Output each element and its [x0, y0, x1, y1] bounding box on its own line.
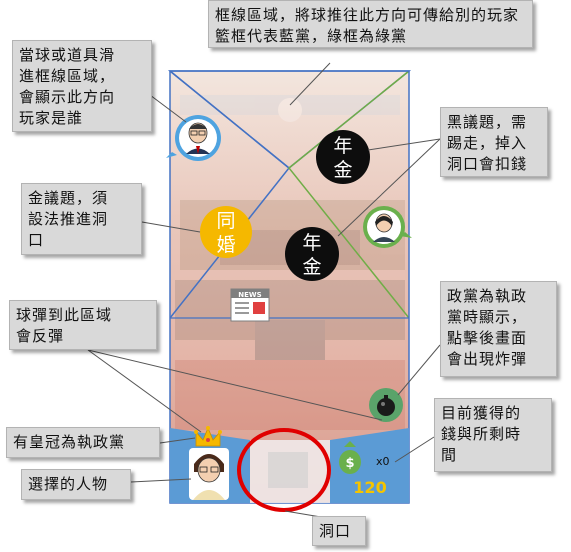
callout-selected-character: 選擇的人物 — [21, 469, 131, 500]
callout-direction-player: 當球或道具滑 進框線區域， 會顯示此方向 玩家是誰 — [12, 40, 152, 132]
callout-black-issue: 黑議題，需 踢走，掉入 洞口會扣錢 — [440, 107, 548, 177]
black-issue-ball-1[interactable]: 年 金 — [316, 130, 370, 184]
gold-issue-ball[interactable]: 同 婚 — [200, 206, 252, 258]
callout-bomb: 政黨為執政 黨時顯示， 點擊後畫面 會出現炸彈 — [440, 281, 557, 377]
gold-issue-ball-char1: 同 — [216, 210, 235, 232]
callout-goal-zone: 框線區域，將球推往此方向可傳給別的玩家 籃框代表藍黨，綠框為綠黨 — [208, 0, 533, 48]
black-issue-ball-2[interactable]: 年 金 — [285, 227, 339, 281]
news-label: NEWS — [238, 291, 261, 299]
callout-money-time: 目前獲得的 錢與所剩時 間 — [434, 398, 552, 472]
callout-bounce-zone: 球彈到此區域 會反彈 — [9, 300, 157, 350]
callout-crown: 有皇冠為執政黨 — [6, 427, 160, 458]
black-issue-ball-1-char1: 年 — [333, 135, 352, 157]
game-screen: 年 金 年 金 同 婚 NEWS $ x0 120 — [166, 70, 412, 512]
news-item-icon[interactable]: NEWS — [230, 288, 270, 322]
black-issue-ball-1-char2: 金 — [333, 159, 352, 181]
money-count: x0 — [376, 455, 390, 468]
callout-gold-issue: 金議題，須 設法推進洞 口 — [21, 183, 142, 255]
gold-issue-ball-char2: 婚 — [216, 234, 235, 256]
money-symbol: $ — [345, 456, 354, 471]
black-issue-ball-2-char2: 金 — [302, 256, 321, 278]
black-issue-ball-2-char1: 年 — [302, 232, 321, 254]
money-panel: $ x0 120 — [330, 428, 409, 503]
callout-hole: 洞口 — [312, 516, 366, 546]
selected-character-avatar — [189, 448, 229, 500]
bomb-button[interactable] — [369, 388, 403, 422]
timer: 120 — [353, 478, 386, 497]
